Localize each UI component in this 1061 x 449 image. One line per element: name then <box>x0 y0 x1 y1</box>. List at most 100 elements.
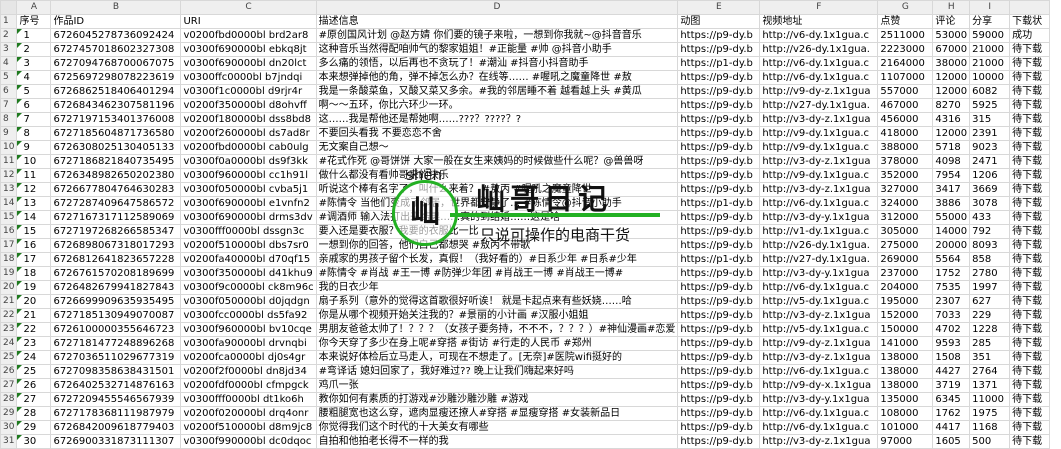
cell-col-4[interactable]: https://p9-dy.b <box>677 168 761 183</box>
row-number[interactable]: 11 <box>0 154 18 169</box>
row-number[interactable]: 20 <box>0 280 18 295</box>
cell-col-2[interactable]: v0300f050000bl d0jqdgn <box>180 294 317 309</box>
cell-col-4[interactable]: https://p9-dy.b <box>677 378 761 393</box>
cell-col-8[interactable]: 59000 <box>969 28 1011 43</box>
cell-col-8[interactable]: 351 <box>969 350 1011 365</box>
cell-col-9[interactable]: 待下载 <box>1009 196 1051 211</box>
column-header-c[interactable]: C <box>180 0 317 15</box>
cell-col-5[interactable]: http://v3-dy-y.1x1gua <box>759 266 879 281</box>
cell-col-6[interactable]: 378000 <box>877 154 934 169</box>
cell-col-4[interactable]: https://p9-dy.b <box>677 28 761 43</box>
header-cell[interactable]: 动图 <box>677 14 761 29</box>
cell-col-3[interactable]: 我是一条酸菜鱼，又酸又菜又多余。#我的邻居睡不着 越看越上头 #黄瓜 <box>315 84 679 99</box>
cell-col-3[interactable]: 这……我是帮他还是帮她啊……???？????？? <box>315 112 679 127</box>
cell-col-0[interactable]: 21 <box>16 308 52 323</box>
cell-col-4[interactable]: https://p9-dy.b <box>677 224 761 239</box>
cell-col-5[interactable]: http://v3-dy-y.1x1gua <box>759 210 879 225</box>
cell-col-2[interactable]: v0300f350000bl d41khu9 <box>180 266 317 281</box>
cell-col-6[interactable]: 352000 <box>877 168 934 183</box>
header-cell[interactable]: 作品ID <box>50 14 182 29</box>
cell-col-5[interactable]: http://v3-dy-z.1x1gua <box>759 154 879 169</box>
cell-col-9[interactable]: 待下载 <box>1009 140 1051 155</box>
cell-col-5[interactable]: http://v27-dy.1x1gua. <box>759 98 879 113</box>
cell-col-0[interactable]: 23 <box>16 336 52 351</box>
select-all-corner[interactable] <box>0 0 18 15</box>
cell-col-6[interactable]: 312000 <box>877 210 934 225</box>
cell-col-6[interactable]: 388000 <box>877 140 934 155</box>
cell-col-0[interactable]: 26 <box>16 378 52 393</box>
cell-col-5[interactable]: http://v9-dy.1x1gua.c <box>759 168 879 183</box>
cell-col-2[interactable]: v0200fca0000bl dj0s4gr <box>180 350 317 365</box>
cell-col-8[interactable]: 627 <box>969 294 1011 309</box>
row-number[interactable]: 12 <box>0 168 18 183</box>
cell-col-6[interactable]: 2223000 <box>877 42 934 57</box>
cell-col-9[interactable]: 待下载 <box>1009 294 1051 309</box>
cell-col-8[interactable]: 2780 <box>969 266 1011 281</box>
cell-col-2[interactable]: v0200f180000bl dss8bd8 <box>180 112 317 127</box>
cell-col-4[interactable]: https://p9-dy.b <box>677 308 761 323</box>
row-number[interactable]: 4 <box>0 56 18 71</box>
row-number[interactable]: 25 <box>0 350 18 365</box>
cell-col-2[interactable]: v0300f690000bl ebkq8jt <box>180 42 317 57</box>
cell-col-1[interactable]: 6727185130949070087 <box>50 308 182 323</box>
header-cell[interactable]: 分享 <box>969 14 1011 29</box>
cell-col-8[interactable]: 315 <box>969 112 1011 127</box>
cell-col-3[interactable]: #弯译话 媳妇回家了，我好难过?? 晚上让我们嗨起来好吗 <box>315 364 679 379</box>
cell-col-5[interactable]: http://v3-dy-z.1x1gua <box>759 112 879 127</box>
cell-col-6[interactable]: 237000 <box>877 266 934 281</box>
cell-col-3[interactable]: 我的日衣少年 <box>315 280 679 295</box>
cell-col-0[interactable]: 15 <box>16 224 52 239</box>
cell-col-1[interactable]: 6727181477248896268 <box>50 336 182 351</box>
cell-col-1[interactable]: 6726348982650202380 <box>50 168 182 183</box>
cell-col-6[interactable]: 327000 <box>877 182 934 197</box>
row-number[interactable]: 18 <box>0 252 18 267</box>
row-number[interactable]: 17 <box>0 238 18 253</box>
row-number[interactable]: 22 <box>0 308 18 323</box>
cell-col-9[interactable]: 待下载 <box>1009 210 1051 225</box>
cell-col-9[interactable]: 待下载 <box>1009 126 1051 141</box>
cell-col-9[interactable]: 待下载 <box>1009 238 1051 253</box>
cell-col-8[interactable]: 1228 <box>969 322 1011 337</box>
cell-col-5[interactable]: http://v3-dy-y.1x1gua <box>759 392 879 407</box>
cell-col-9[interactable]: 待下载 <box>1009 252 1051 267</box>
cell-col-1[interactable]: 6726862518406401294 <box>50 84 182 99</box>
cell-col-3[interactable]: 腰粗腿宽也这么穿，遮肉显瘦还撩人#穿搭 #显瘦穿搭 #女装新品日 <box>315 406 679 421</box>
row-number[interactable]: 2 <box>0 28 18 43</box>
cell-col-1[interactable]: 6727094768700067075 <box>50 56 182 71</box>
cell-col-8[interactable]: 1371 <box>969 378 1011 393</box>
cell-col-7[interactable]: 7954 <box>932 168 971 183</box>
cell-col-2[interactable]: v0300f0a0000bl ds9f3kk <box>180 154 317 169</box>
cell-col-5[interactable]: http://v6-dy.1x1gua.c <box>759 420 879 435</box>
cell-col-0[interactable]: 18 <box>16 266 52 281</box>
cell-col-3[interactable]: 啊～～五环，你比六环少一环。 <box>315 98 679 113</box>
row-number[interactable]: 24 <box>0 336 18 351</box>
cell-col-5[interactable]: http://v6-dy.1x1gua.c <box>759 406 879 421</box>
cell-col-0[interactable]: 20 <box>16 294 52 309</box>
cell-col-8[interactable]: 21000 <box>969 42 1011 57</box>
cell-col-7[interactable]: 20000 <box>932 238 971 253</box>
cell-col-6[interactable]: 418000 <box>877 126 934 141</box>
cell-col-0[interactable]: 3 <box>16 56 52 71</box>
cell-col-9[interactable]: 待下载 <box>1009 364 1051 379</box>
cell-col-5[interactable]: http://v26-dy.1x1gua. <box>759 238 879 253</box>
cell-col-8[interactable]: 10000 <box>969 70 1011 85</box>
cell-col-6[interactable]: 324000 <box>877 196 934 211</box>
cell-col-8[interactable]: 2764 <box>969 364 1011 379</box>
cell-col-4[interactable]: https://p1-dy.b <box>677 252 761 267</box>
cell-col-3[interactable]: 鸡爪一张 <box>315 378 679 393</box>
cell-col-7[interactable]: 4316 <box>932 112 971 127</box>
cell-col-2[interactable]: v0300f690000bl dn20lct <box>180 56 317 71</box>
header-cell[interactable]: 视频地址 <box>759 14 879 29</box>
cell-col-6[interactable]: 2511000 <box>877 28 934 43</box>
cell-col-8[interactable]: 285 <box>969 336 1011 351</box>
cell-col-4[interactable]: https://p9-dy.b <box>677 112 761 127</box>
cell-col-4[interactable]: https://p9-dy.b <box>677 42 761 57</box>
cell-col-8[interactable]: 1997 <box>969 280 1011 295</box>
cell-col-9[interactable]: 成功 <box>1009 28 1051 43</box>
cell-col-1[interactable]: 6727457018602327308 <box>50 42 182 57</box>
cell-col-4[interactable]: https://p9-dy.b <box>677 406 761 421</box>
cell-col-7[interactable]: 5564 <box>932 252 971 267</box>
cell-col-6[interactable]: 195000 <box>877 294 934 309</box>
cell-col-9[interactable]: 待下载 <box>1009 168 1051 183</box>
cell-col-5[interactable]: http://v3-dy-z.1x1gua <box>759 350 879 365</box>
